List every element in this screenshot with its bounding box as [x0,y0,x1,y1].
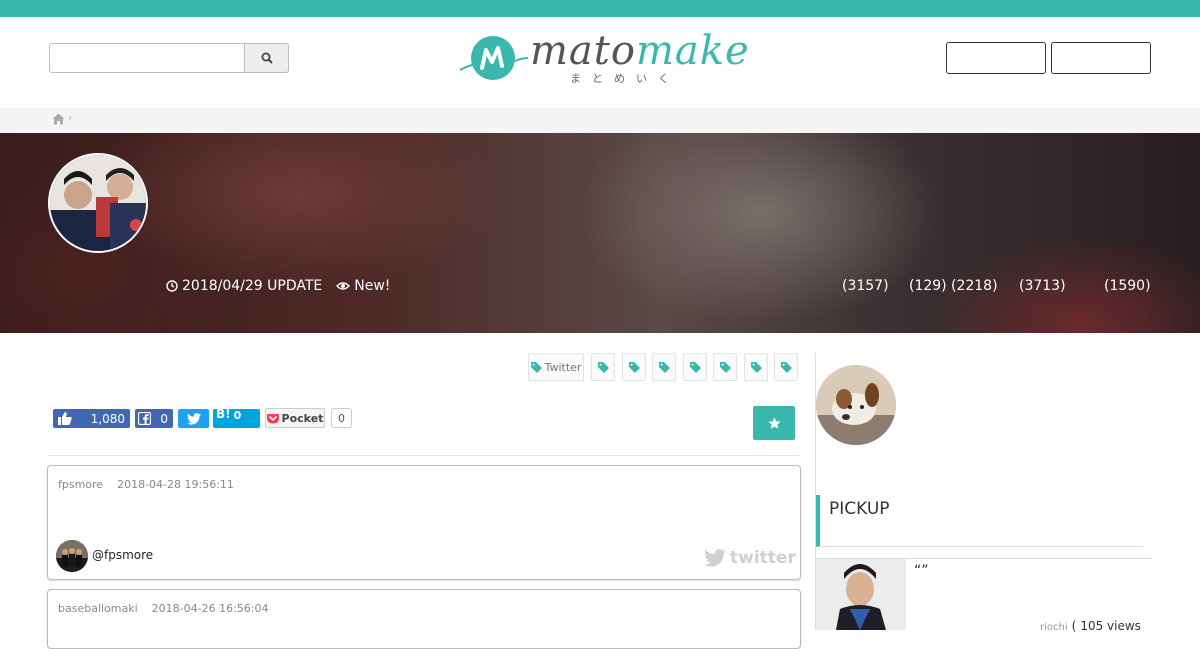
breadcrumb: › [0,108,1200,133]
tag-icon [628,361,640,373]
facebook-like-button[interactable]: 1,080 [53,409,130,428]
star-icon [768,417,780,429]
hero-stat: (3713) [1019,278,1066,294]
pickup-title: PICKUP [829,499,890,519]
hero-stat: (2218) [951,278,998,294]
tag-icon [658,361,670,373]
facebook-share-button[interactable]: 0 [135,409,173,428]
hero-avatar [48,153,148,253]
hero-stat: (3157) [842,278,889,294]
logo-mark-icon [459,36,528,80]
card-header: fpsmore 2018-04-28 19:56:11 [58,478,234,491]
tag-item[interactable] [652,353,676,381]
favorite-button[interactable] [753,406,795,440]
pickup-item-meta: riochi ( 105 views [1040,619,1141,633]
logo-subtitle: まとめいく [570,72,680,85]
pickup-item-user[interactable]: riochi [1040,622,1068,633]
tag-icon [597,361,609,373]
tag-item[interactable] [713,353,737,381]
hatena-bookmark-button[interactable]: B! 0 [213,407,260,428]
tweet-card: baseballomaki 2018-04-26 16:56:04 [47,589,801,649]
pickup-item-paren: ( [1071,619,1077,633]
hatena-count: 0 [233,409,242,422]
hero-meta: 2018/04/29 UPDATE New! [166,278,390,294]
tag-item[interactable] [744,353,768,381]
search-icon [261,52,273,64]
eye-icon [336,282,351,290]
tag-icon [780,361,792,373]
card-date: 2018-04-28 19:56:11 [117,478,234,491]
twitter-logo: twitter [704,548,796,568]
hatena-label: B! [216,407,231,421]
header-button-1[interactable] [946,42,1046,74]
hero-stat: (1590) [1104,278,1151,294]
search-button[interactable] [244,43,289,73]
pocket-count: 0 [331,408,352,428]
home-icon[interactable] [52,113,65,125]
tag-icon [689,361,701,373]
card-date: 2018-04-26 16:56:04 [151,602,269,615]
tag-item[interactable] [774,353,798,381]
divider [48,455,800,456]
card-username[interactable]: baseballomaki [58,602,138,615]
pickup-item-views: 105 views [1080,619,1141,633]
card-username[interactable]: fpsmore [58,478,103,491]
pocket-icon [266,413,279,423]
tag-icon [719,361,731,373]
site-logo[interactable]: matomake まとめいく [458,28,749,88]
avatar[interactable] [56,540,88,572]
pickup-thumbnail[interactable] [816,559,906,630]
twitter-bird-icon [704,549,726,567]
twitter-wordmark: twitter [730,548,796,568]
tag-item[interactable] [622,353,646,381]
facebook-icon [138,412,151,425]
pickup-item-title[interactable]: “” [914,563,929,579]
thumbs-up-icon [58,412,72,425]
twitter-share-button[interactable] [178,409,209,428]
clock-icon [166,280,178,292]
tag-icon [750,361,762,373]
tag-item[interactable] [683,353,707,381]
search-form [49,43,289,73]
chevron-right-icon: › [68,111,73,124]
card-header: baseballomaki 2018-04-26 16:56:04 [58,602,269,615]
tag-icon [530,361,542,373]
author-avatar[interactable] [816,365,896,445]
top-accent-bar [0,0,1200,17]
tag-label: Twitter [544,360,582,374]
pocket-button[interactable]: Pocket [265,408,325,428]
site-header: matomake まとめいく [0,17,1200,108]
facebook-share-count: 0 [160,411,168,426]
search-input[interactable] [49,43,244,73]
pocket-label: Pocket [281,411,324,425]
hero-banner: 2018/04/29 UPDATE New! (3157) (129) (221… [0,133,1200,333]
pickup-heading: PICKUP [816,495,1143,547]
twitter-bird-icon [186,412,201,425]
tag-item[interactable] [591,353,615,381]
hero-stat: (129) [909,278,947,294]
update-date: 2018/04/29 UPDATE [182,278,323,294]
new-label: New! [354,278,391,294]
tag-twitter[interactable]: Twitter [528,353,584,381]
header-button-2[interactable] [1051,42,1151,74]
facebook-like-count: 1,080 [90,411,125,426]
tweet-card: fpsmore 2018-04-28 19:56:11 @fpsmore twi… [47,465,801,580]
card-handle[interactable]: @fpsmore [92,548,153,562]
logo-wordmark: matomake [530,28,750,74]
